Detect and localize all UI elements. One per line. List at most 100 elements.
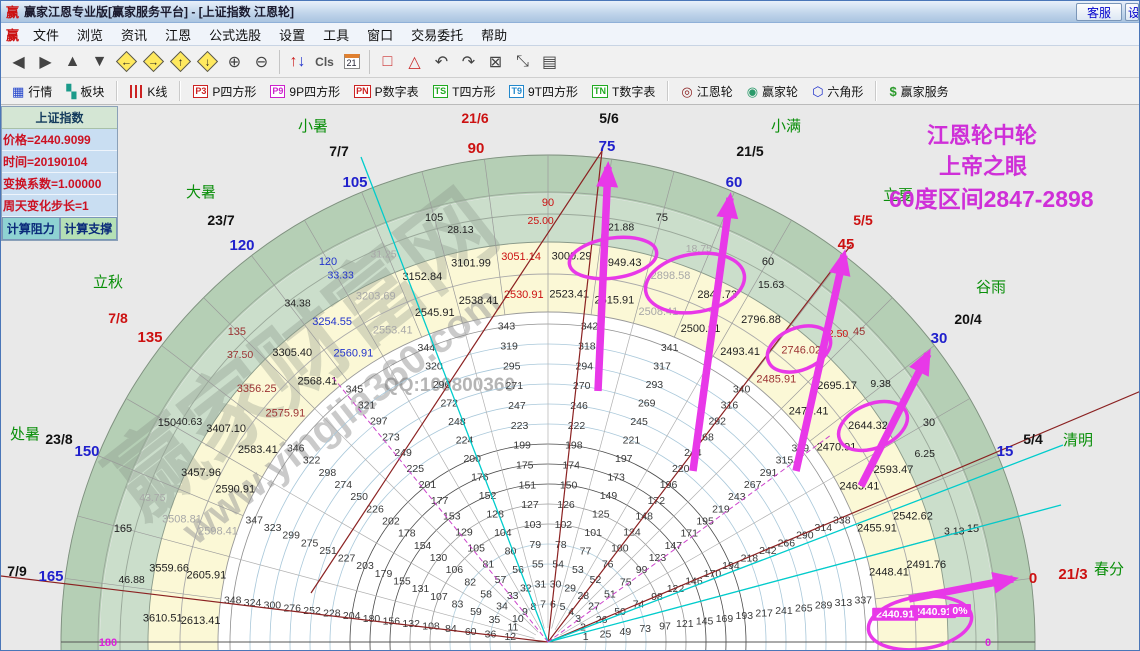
blocks-button[interactable]: ▚ 板块: [59, 81, 111, 102]
diamond-up-icon[interactable]: ↑: [167, 49, 194, 75]
price-label: 3407.10: [206, 423, 246, 435]
price-label: 2613.41: [181, 615, 221, 627]
window-title: 赢家江恩专业版[赢家服务平台] - [上证指数 江恩轮]: [24, 5, 294, 19]
spiral-number: 34: [496, 601, 508, 613]
price-label: 2583.41: [238, 444, 278, 456]
calc-support-button[interactable]: 计算支撑: [59, 217, 117, 240]
grid-button[interactable]: ▦ 行情: [5, 81, 59, 102]
spiral-number: 51: [604, 589, 616, 601]
spiral-number: 130: [430, 552, 448, 564]
rotate-down-icon[interactable]: ▼: [86, 49, 113, 75]
green-value-label: 28.13: [447, 224, 473, 236]
index-info-panel: 上证指数 价格=2440.9099 时间=20190104 变换系数=1.00000…: [1, 106, 118, 241]
menu-交易委托[interactable]: 交易委托: [402, 26, 472, 45]
pn-button[interactable]: PN P数字表: [347, 81, 426, 102]
service-button[interactable]: $ 赢家服务: [882, 81, 955, 102]
rotate-ccw-icon[interactable]: ↶: [428, 49, 455, 75]
screen-board-icon[interactable]: ▤: [536, 49, 563, 75]
menu-文件[interactable]: 文件: [24, 26, 68, 45]
price-label: 2644.32: [848, 420, 888, 432]
price-label: 3457.96: [181, 467, 221, 479]
rotate-cw-icon[interactable]: ↷: [455, 49, 482, 75]
menu-浏览[interactable]: 浏览: [68, 26, 112, 45]
zoom-out-icon[interactable]: ⊖: [248, 49, 275, 75]
toolbar-separator: [667, 81, 670, 101]
highlighted-price: 2440.91: [914, 606, 952, 618]
page-left-icon[interactable]: ◀: [5, 49, 32, 75]
green-value-label: 31.25: [370, 248, 396, 260]
ts-icon: TS: [432, 84, 449, 98]
green-value-label: 6.25: [915, 448, 936, 460]
settings-button-clipped[interactable]: 设置: [1125, 3, 1139, 21]
outer-label-5/4: 5/4: [1023, 431, 1043, 447]
menu-资讯[interactable]: 资讯: [112, 26, 156, 45]
menu-公式选股[interactable]: 公式选股: [200, 26, 270, 45]
spiral-number: 132: [402, 618, 420, 630]
blocks-icon: ▚: [66, 83, 77, 99]
price-label: 2575.91: [265, 408, 305, 420]
maximize-icon[interactable]: ⊠: [482, 49, 509, 75]
zoom-in-icon[interactable]: ⊕: [221, 49, 248, 75]
cls-icon[interactable]: Cls: [311, 49, 338, 75]
spiral-number: 49: [619, 626, 631, 638]
degree-label: 75: [656, 212, 668, 224]
spiral-number: 105: [467, 542, 485, 554]
kline-button[interactable]: K线: [123, 81, 174, 102]
calendar-icon[interactable]: 21: [338, 49, 365, 75]
calc-resistance-button[interactable]: 计算阻力: [2, 217, 60, 240]
fit-center-icon[interactable]: ⤡: [509, 49, 536, 75]
ts-button[interactable]: TS T四方形: [426, 81, 503, 102]
price-label: 2568.41: [298, 375, 338, 387]
degree-label: 30: [923, 417, 935, 429]
diamond-right-icon[interactable]: →: [140, 49, 167, 75]
updown-icon[interactable]: ↑↓: [284, 49, 311, 75]
spiral-number: 247: [508, 400, 526, 412]
menu-bar: 赢 文件 浏览 资讯 江恩 公式选股 设置 工具 窗口 交易委托 帮助: [1, 23, 1139, 46]
spiral-number: 341: [661, 342, 679, 354]
tn-button[interactable]: TN T数字表: [585, 81, 662, 102]
spiral-number: 199: [513, 440, 531, 452]
gann-wheel-button[interactable]: ◎ 江恩轮: [674, 81, 739, 102]
spiral-number: 31: [535, 578, 547, 590]
outer-label-小满: 小满: [771, 118, 801, 135]
spiral-number: 7: [540, 598, 546, 610]
outer-label-30: 30: [931, 330, 948, 347]
spiral-number: 250: [350, 491, 368, 503]
p9-button[interactable]: P9 9P四方形: [263, 81, 347, 102]
green-value-label: 40.63: [176, 416, 202, 428]
square-tool-icon[interactable]: □: [374, 49, 401, 75]
spiral-number: 73: [639, 623, 651, 635]
diamond-down-icon[interactable]: ↓: [194, 49, 221, 75]
spiral-number: 83: [452, 598, 464, 610]
spiral-number: 103: [524, 519, 542, 531]
t9-button[interactable]: T9 9T四方形: [502, 81, 585, 102]
page-right-icon[interactable]: ▶: [32, 49, 59, 75]
menu-设置[interactable]: 设置: [270, 26, 314, 45]
green-value-label: 15.63: [758, 279, 784, 291]
spiral-number: 269: [638, 398, 656, 410]
spiral-number: 297: [370, 415, 388, 427]
outer-label-5/5: 5/5: [853, 212, 873, 228]
price-label: 2949.43: [602, 257, 642, 269]
spiral-number: 202: [382, 515, 400, 527]
price-label: 2695.17: [817, 380, 857, 392]
degree-label: 0: [985, 637, 991, 649]
degree-label: 165: [114, 523, 132, 535]
price-label: 3305.40: [272, 347, 312, 359]
hexagon-button[interactable]: ⬡ 六角形: [805, 81, 870, 102]
winner-wheel-button[interactable]: ◉ 赢家轮: [740, 81, 805, 102]
menu-工具[interactable]: 工具: [314, 26, 358, 45]
price-label: 2491.76: [906, 559, 946, 571]
spiral-number: 252: [303, 605, 321, 617]
menu-江恩[interactable]: 江恩: [156, 26, 200, 45]
menu-帮助[interactable]: 帮助: [472, 26, 516, 45]
triangle-tool-icon[interactable]: △: [401, 49, 428, 75]
menu-窗口[interactable]: 窗口: [358, 26, 402, 45]
diamond-left-icon[interactable]: ←: [113, 49, 140, 75]
rotate-up-icon[interactable]: ▲: [59, 49, 86, 75]
p3-button[interactable]: P3 P四方形: [186, 81, 263, 102]
customer-service-button[interactable]: 客服: [1075, 3, 1122, 21]
spiral-number: 174: [562, 460, 580, 472]
spiral-number: 123: [649, 552, 667, 564]
spiral-number: 77: [580, 545, 592, 557]
